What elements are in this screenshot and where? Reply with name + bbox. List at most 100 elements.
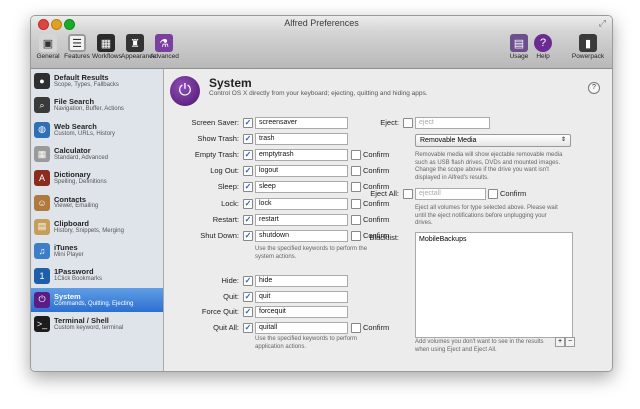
toolbar-appearance-button[interactable]: ♜ Appearance bbox=[121, 34, 157, 60]
shutdown-enabled-checkbox[interactable]: ✓ bbox=[243, 230, 253, 241]
quitall-confirm-label: Confirm bbox=[363, 322, 390, 332]
remove-volume-button[interactable]: − bbox=[565, 337, 575, 347]
eject-all-label: Eject All: bbox=[370, 189, 399, 198]
eject-all-confirm-checkbox[interactable] bbox=[488, 189, 498, 199]
sidebar-item-subtitle: Spelling, Definitions bbox=[54, 179, 107, 186]
toolbar-general-button[interactable]: ▣ General bbox=[34, 34, 62, 60]
sidebar-item-text: System Commands, Quitting, Ejecting bbox=[54, 291, 134, 307]
restart-keyword-input[interactable]: restart bbox=[255, 213, 348, 226]
restart-enabled-checkbox[interactable]: ✓ bbox=[243, 214, 253, 225]
toolbar-help-button[interactable]: ? Help bbox=[531, 34, 555, 60]
toolbar: ▣ General ☰ Features ▦ Workflows ♜ Appearance ⚗ A… bbox=[31, 32, 612, 69]
screensaver-enabled-checkbox[interactable]: ✓ bbox=[243, 118, 253, 128]
command-row-emptytrash: Empty Trash: ✓ emptytrash Confirm bbox=[164, 149, 394, 162]
logout-confirm-checkbox[interactable] bbox=[351, 166, 361, 177]
eject-all-keyword-input[interactable]: ejectall bbox=[415, 188, 486, 200]
sidebar-item-calculator[interactable]: ▦ Calculator Standard, Advanced bbox=[31, 142, 163, 166]
sleep-enabled-checkbox[interactable]: ✓ bbox=[243, 182, 253, 193]
sidebar-item-text: Clipboard History, Snippets, Merging bbox=[54, 219, 124, 234]
feature-icon: A bbox=[34, 170, 50, 187]
sidebar-item-file-search[interactable]: ⌕ File Search Navigation, Buffer, Actions bbox=[31, 93, 163, 117]
blacklist-list[interactable]: MobileBackups bbox=[415, 232, 573, 338]
features-sidebar: ● Default Results Scope, Types, Fallbacks ⌕… bbox=[31, 69, 164, 371]
toolbar-label: Features bbox=[64, 53, 90, 60]
hide-label: Hide: bbox=[221, 276, 239, 285]
feature-icon: ▤ bbox=[34, 218, 50, 235]
hide-enabled-checkbox[interactable]: ✓ bbox=[243, 276, 253, 286]
trash-keyword-input[interactable]: trash bbox=[255, 133, 348, 146]
sidebar-item-clipboard[interactable]: ▤ Clipboard History, Snippets, Merging bbox=[31, 215, 163, 239]
trash-label: Show Trash: bbox=[197, 134, 239, 144]
emptytrash-confirm-checkbox[interactable] bbox=[351, 150, 361, 161]
emptytrash-keyword-input[interactable]: emptytrash bbox=[255, 149, 348, 162]
sidebar-item-terminal-shell[interactable]: >_ Terminal / Shell Custom keyword, termin… bbox=[31, 312, 163, 336]
sidebar-item-web-search[interactable]: ◍ Web Search Custom, URLs, History bbox=[31, 118, 163, 142]
quitall-keyword-input[interactable]: quitall bbox=[255, 321, 348, 334]
sidebar-item-subtitle: Commands, Quitting, Ejecting bbox=[54, 300, 134, 307]
help-button[interactable]: ? bbox=[588, 82, 600, 94]
lock-confirm-checkbox[interactable] bbox=[351, 198, 361, 209]
lock-enabled-checkbox[interactable]: ✓ bbox=[243, 198, 253, 209]
emptytrash-enabled-checkbox[interactable]: ✓ bbox=[243, 150, 253, 161]
feature-icon: >_ bbox=[34, 316, 50, 333]
toolbar-workflows-button[interactable]: ▦ Workflows bbox=[92, 34, 122, 60]
quitall-enabled-checkbox[interactable]: ✓ bbox=[243, 322, 253, 333]
feature-icon: ⏻ bbox=[34, 291, 50, 308]
sidebar-item-default-results[interactable]: ● Default Results Scope, Types, Fallbacks bbox=[31, 69, 163, 93]
sidebar-item-system[interactable]: ⏻ System Commands, Quitting, Ejecting bbox=[31, 287, 163, 312]
features-icon: ☰ bbox=[68, 34, 86, 52]
blacklist-row: Blacklist: bbox=[324, 232, 414, 244]
fullscreen-icon[interactable]: ⤢ bbox=[599, 18, 606, 29]
eject-all-confirm-label: Confirm bbox=[500, 189, 527, 198]
advanced-icon: ⚗ bbox=[155, 34, 173, 52]
sidebar-item-label: System bbox=[54, 291, 81, 301]
blacklist-label: Blacklist: bbox=[369, 233, 399, 242]
toolbar-features-button[interactable]: ☰ Features bbox=[63, 34, 91, 60]
eject-scope-value: Removable Media bbox=[420, 137, 477, 144]
eject-enabled-checkbox[interactable] bbox=[403, 118, 413, 128]
sidebar-item-contacts[interactable]: ☺ Contacts Viewer, Emailing bbox=[31, 190, 163, 214]
toolbar-usage-button[interactable]: ▤ Usage bbox=[507, 34, 531, 60]
usage-icon: ▤ bbox=[510, 34, 528, 52]
sidebar-item-itunes[interactable]: ♫ iTunes Mini Player bbox=[31, 239, 163, 263]
blacklist-item[interactable]: MobileBackups bbox=[419, 236, 569, 243]
toolbar-label: Appearance bbox=[121, 53, 157, 60]
trash-enabled-checkbox[interactable]: ✓ bbox=[243, 134, 253, 145]
logout-enabled-checkbox[interactable]: ✓ bbox=[243, 166, 253, 177]
powerpack-icon: ▮ bbox=[579, 34, 597, 52]
forcequit-keyword-input[interactable]: forcequit bbox=[255, 306, 348, 319]
eject-keyword-input[interactable]: eject bbox=[415, 117, 490, 129]
logout-keyword-input[interactable]: logout bbox=[255, 165, 348, 178]
toolbar-powerpack-button[interactable]: ▮ Powerpack bbox=[571, 34, 605, 60]
sidebar-item-1password[interactable]: 1 1Password 1Click Bookmarks bbox=[31, 263, 163, 287]
toolbar-label: Workflows bbox=[92, 53, 122, 60]
restart-confirm-label: Confirm bbox=[363, 214, 390, 224]
sidebar-item-text: 1Password 1Click Bookmarks bbox=[54, 268, 102, 282]
shutdown-label: Shut Down: bbox=[200, 230, 239, 240]
toolbar-advanced-button[interactable]: ⚗ Advanced bbox=[150, 34, 179, 60]
eject-scope-select[interactable]: Removable Media ⇕ bbox=[415, 134, 571, 147]
screensaver-label: Screen Saver: bbox=[191, 118, 239, 127]
command-row-logout: Log Out: ✓ logout Confirm bbox=[164, 165, 394, 178]
sidebar-item-label: File Search bbox=[54, 97, 95, 107]
quitall-confirm-checkbox[interactable] bbox=[351, 322, 361, 333]
command-row-forcequit: Force Quit: ✓ forcequit bbox=[164, 306, 394, 319]
quit-keyword-input[interactable]: quit bbox=[255, 290, 348, 303]
sidebar-item-subtitle: 1Click Bookmarks bbox=[54, 276, 103, 283]
restart-confirm-checkbox[interactable] bbox=[351, 214, 361, 225]
system-panel: ⏻ System Control OS X directly from your… bbox=[164, 69, 612, 371]
sidebar-item-label: Contacts bbox=[54, 194, 87, 204]
command-row-quit: Quit: ✓ quit bbox=[164, 290, 394, 303]
feature-icon: ♫ bbox=[34, 243, 50, 260]
eject-label: Eject: bbox=[380, 118, 399, 127]
eject-all-note: Eject all volumes for type selected abov… bbox=[415, 205, 558, 226]
sidebar-item-label: Terminal / Shell bbox=[54, 316, 109, 326]
sidebar-item-dictionary[interactable]: A Dictionary Spelling, Definitions bbox=[31, 166, 163, 190]
hide-keyword-input[interactable]: hide bbox=[255, 275, 348, 287]
feature-icon: ● bbox=[34, 73, 50, 90]
add-volume-button[interactable]: + bbox=[555, 337, 565, 347]
quitall-label: Quit All: bbox=[213, 322, 239, 332]
quit-enabled-checkbox[interactable]: ✓ bbox=[243, 291, 253, 302]
forcequit-enabled-checkbox[interactable]: ✓ bbox=[243, 307, 253, 318]
eject-all-enabled-checkbox[interactable] bbox=[403, 189, 413, 199]
